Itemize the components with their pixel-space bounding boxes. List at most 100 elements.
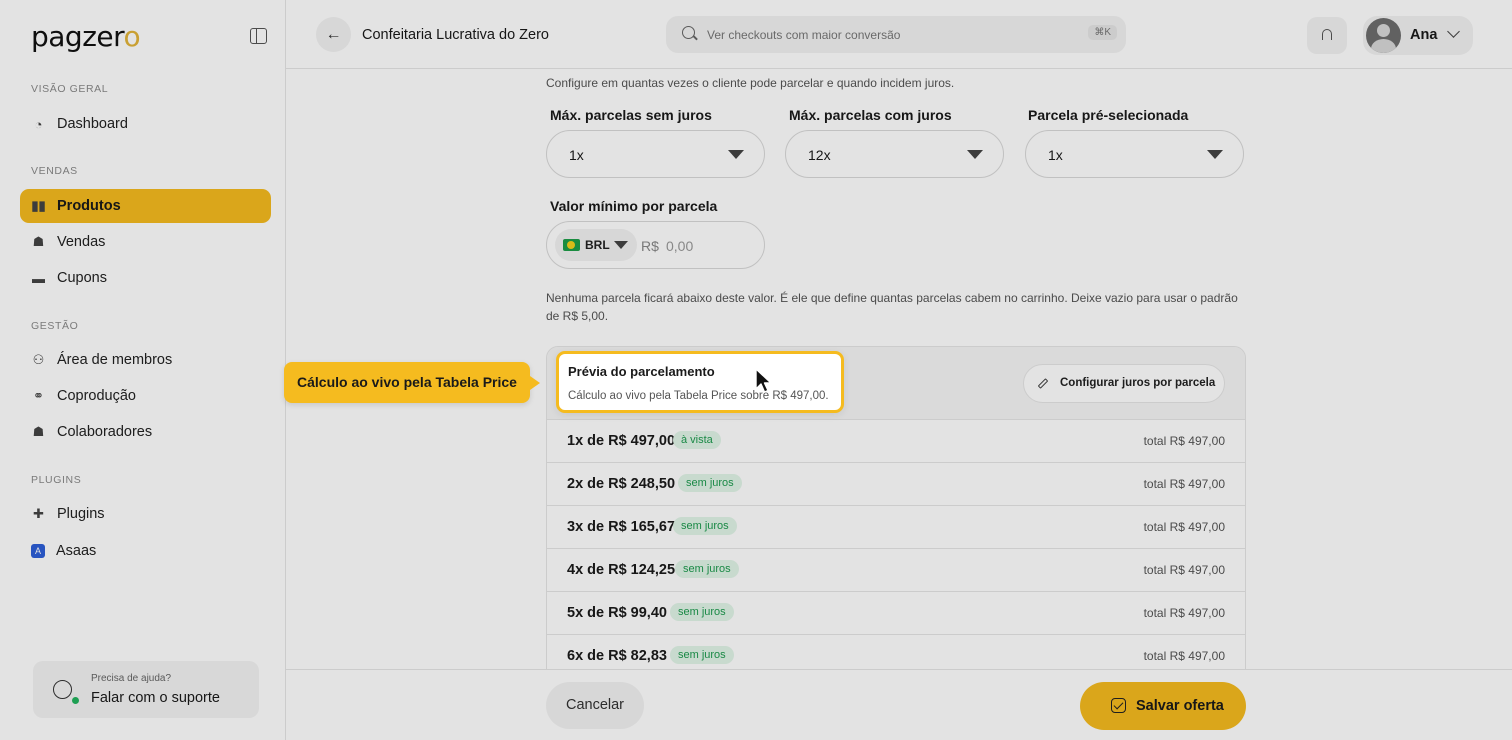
sidebar-item-label: Plugins <box>57 506 105 522</box>
configure-interest-button[interactable]: Configurar juros por parcela <box>1023 364 1225 403</box>
installment-total: total R$ 497,00 <box>1143 606 1225 620</box>
installment-total: total R$ 497,00 <box>1143 649 1225 663</box>
back-button[interactable]: ← <box>316 17 351 52</box>
mouse-cursor-icon <box>755 368 772 393</box>
sidebar-item-produtos[interactable]: ▮▮ Produtos <box>20 189 271 223</box>
search-input[interactable]: Ver checkouts com maior conversão ⌘K <box>666 16 1126 53</box>
preview-subtitle: Cálculo ao vivo pela Tabela Price sobre … <box>568 390 829 402</box>
installment-row: 3x de R$ 165,67 sem juros total R$ 497,0… <box>547 506 1245 549</box>
sidebar-item-cupons[interactable]: ▬ Cupons <box>20 261 271 295</box>
logo-text: pagzer <box>31 20 124 53</box>
avatar <box>1366 18 1401 53</box>
save-offer-button[interactable]: Salvar oferta <box>1080 682 1246 730</box>
installment-total: total R$ 497,00 <box>1143 477 1225 491</box>
sidebar-item-asaas[interactable]: A Asaas <box>20 534 271 568</box>
currency-select[interactable]: BRL <box>555 229 637 261</box>
whatsapp-icon <box>53 680 72 699</box>
save-offer-label: Salvar oferta <box>1136 698 1224 714</box>
sidebar-item-label: Coprodução <box>57 388 136 404</box>
search-placeholder: Ver checkouts com maior conversão <box>707 28 901 42</box>
members-icon: ⚇ <box>32 352 45 367</box>
search-icon <box>682 26 695 39</box>
select-value: 1x <box>569 147 584 163</box>
installment-value: 4x de R$ 124,25 <box>567 562 676 578</box>
cancel-button[interactable]: Cancelar <box>546 682 644 729</box>
check-icon <box>1111 698 1126 713</box>
arrow-left-icon: ← <box>325 25 342 43</box>
status-badge: sem juros <box>673 517 737 535</box>
preview-title: Prévia do parcelamento <box>568 364 715 379</box>
sidebar-item-colaboradores[interactable]: ☗ Colaboradores <box>20 415 271 449</box>
search-shortcut-badge: ⌘K <box>1088 25 1117 40</box>
asaas-icon: A <box>31 544 45 558</box>
sidebar: pagzero VISÃO GERAL ◔ Dashboard VENDAS ▮… <box>0 0 286 740</box>
preselected-installment-label: Parcela pré-selecionada <box>1028 107 1189 123</box>
min-installment-field[interactable]: BRL R$ 0,00 <box>546 221 765 269</box>
status-badge: sem juros <box>670 603 734 621</box>
section-title-visao-geral: VISÃO GERAL <box>31 83 109 95</box>
installment-value: 6x de R$ 82,83 <box>567 648 667 664</box>
min-installment-hint: Nenhuma parcela ficará abaixo deste valo… <box>546 291 1238 323</box>
sidebar-item-area-de-membros[interactable]: ⚇ Área de membros <box>20 343 271 377</box>
tour-tooltip-text: Cálculo ao vivo pela Tabela Price <box>297 374 517 390</box>
status-badge: à vista <box>673 431 721 449</box>
min-installment-label: Valor mínimo por parcela <box>550 198 718 214</box>
max-installments-no-interest-select[interactable]: 1x <box>546 130 765 178</box>
notifications-button[interactable] <box>1307 17 1347 54</box>
sidebar-item-label: Asaas <box>56 543 97 559</box>
help-support-card[interactable]: Precisa de ajuda? Falar com o suporte <box>33 661 259 718</box>
select-value: 12x <box>808 147 831 163</box>
help-link[interactable]: Falar com o suporte <box>91 690 220 706</box>
logo-accent: o <box>123 20 141 53</box>
tour-tooltip: Cálculo ao vivo pela Tabela Price <box>284 362 540 403</box>
max-installments-no-interest-label: Máx. parcelas sem juros <box>550 107 712 123</box>
handshake-icon: ⚭ <box>33 388 44 403</box>
installment-value: 1x de R$ 497,00 <box>567 433 676 449</box>
sidebar-item-label: Produtos <box>57 198 121 214</box>
caret-down-icon <box>614 241 628 249</box>
installment-total: total R$ 497,00 <box>1143 434 1225 448</box>
tooltip-arrow <box>530 376 540 390</box>
brazil-flag-icon <box>563 239 580 251</box>
user-name: Ana <box>1410 27 1438 43</box>
installment-row: 5x de R$ 99,40 sem juros total R$ 497,00 <box>547 592 1245 635</box>
dashboard-icon: ◔ <box>34 116 43 132</box>
installment-row: 1x de R$ 497,00 à vista total R$ 497,00 <box>547 420 1245 463</box>
installment-row: 6x de R$ 82,83 sem juros total R$ 497,00 <box>547 635 1245 669</box>
currency-code: BRL <box>585 238 610 252</box>
select-value: 1x <box>1048 147 1063 163</box>
installment-total: total R$ 497,00 <box>1143 520 1225 534</box>
sidebar-item-vendas[interactable]: ☗ Vendas <box>20 225 271 259</box>
section-description: Configure em quantas vezes o cliente pod… <box>546 76 955 90</box>
bell-icon <box>1322 29 1332 40</box>
min-installment-input[interactable]: 0,00 <box>666 238 693 254</box>
status-badge: sem juros <box>678 474 742 492</box>
user-menu[interactable]: Ana <box>1363 16 1473 55</box>
preselected-installment-select[interactable]: 1x <box>1025 130 1244 178</box>
sidebar-item-dashboard[interactable]: ◔ Dashboard <box>20 107 271 141</box>
top-bar: ← Confeitaria Lucrativa do Zero Ver chec… <box>286 0 1512 69</box>
box-icon: ▮▮ <box>31 198 46 213</box>
configure-interest-label: Configurar juros por parcela <box>1060 377 1216 389</box>
help-caption: Precisa de ajuda? <box>91 673 172 684</box>
section-title-vendas: VENDAS <box>31 165 78 177</box>
currency-prefix: R$ <box>641 238 659 254</box>
tour-spotlight: Prévia do parcelamento Cálculo ao vivo p… <box>556 351 844 413</box>
sidebar-collapse-icon[interactable] <box>250 28 267 44</box>
max-installments-interest-select[interactable]: 12x <box>785 130 1004 178</box>
coupon-icon: ▬ <box>32 270 45 286</box>
pencil-icon <box>1037 378 1049 389</box>
sidebar-item-label: Vendas <box>57 234 106 250</box>
sidebar-item-coproducao[interactable]: ⚭ Coprodução <box>20 379 271 413</box>
chevron-down-icon <box>1447 25 1460 38</box>
installment-row: 2x de R$ 248,50 sem juros total R$ 497,0… <box>547 463 1245 506</box>
section-title-gestao: GESTÃO <box>31 320 79 332</box>
sidebar-item-plugins[interactable]: ✚ Plugins <box>20 497 271 531</box>
logo[interactable]: pagzero <box>31 20 141 53</box>
sales-icon: ☗ <box>32 234 45 249</box>
page-title: Confeitaria Lucrativa do Zero <box>362 27 549 43</box>
installment-value: 3x de R$ 165,67 <box>567 519 676 535</box>
installment-row: 4x de R$ 124,25 sem juros total R$ 497,0… <box>547 549 1245 592</box>
user-icon: ☗ <box>32 424 45 439</box>
caret-down-icon <box>967 150 983 159</box>
